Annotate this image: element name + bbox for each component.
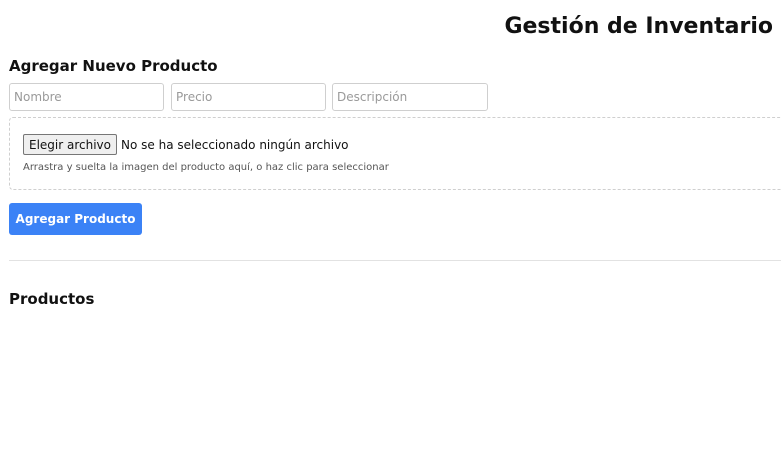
dropzone-hint: Arrastra y suelta la imagen del producto… — [23, 162, 389, 173]
add-product-button[interactable]: Agregar Producto — [9, 203, 142, 235]
inventory-page: Gestión de Inventario Agregar Nuevo Prod… — [0, 0, 781, 468]
product-list — [9, 316, 781, 456]
page-title: Gestión de Inventario — [504, 14, 773, 39]
products-title: Productos — [9, 290, 95, 308]
choose-file-button[interactable]: Elegir archivo — [23, 134, 118, 155]
file-input: Elegir archivo No se ha seleccionado nin… — [23, 134, 349, 155]
product-description-input[interactable] — [332, 83, 488, 111]
product-name-input[interactable] — [9, 83, 164, 111]
product-price-input[interactable] — [171, 83, 326, 111]
file-status-text: No se ha seleccionado ningún archivo — [121, 137, 349, 152]
section-divider — [9, 260, 781, 261]
add-product-title: Agregar Nuevo Producto — [9, 57, 218, 75]
image-dropzone[interactable]: Elegir archivo No se ha seleccionado nin… — [9, 117, 781, 190]
